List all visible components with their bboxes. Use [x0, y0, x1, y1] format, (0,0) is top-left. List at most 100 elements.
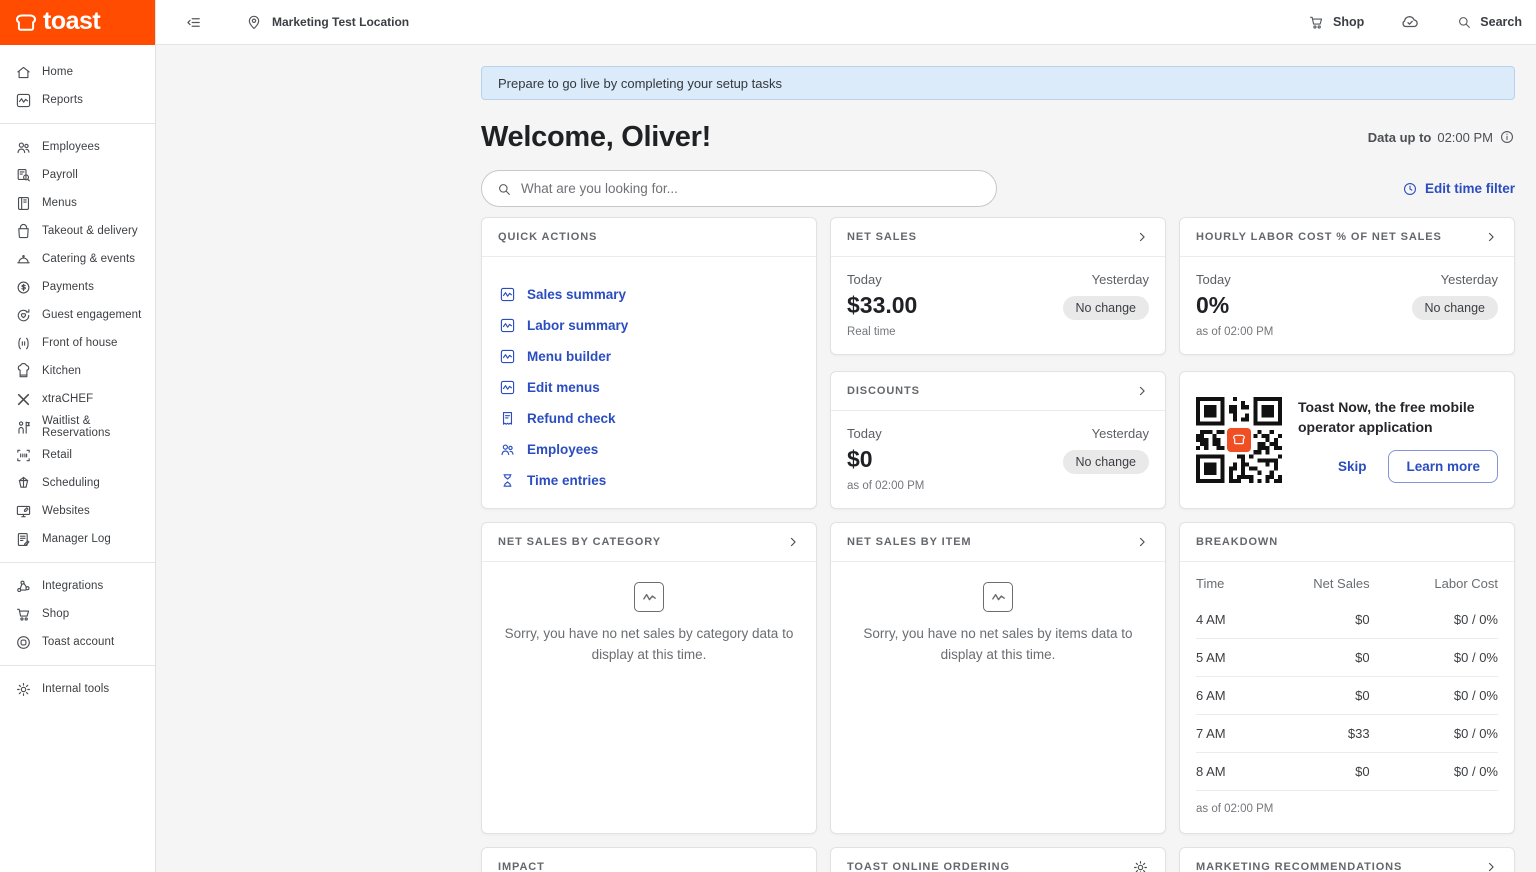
- card-title: MARKETING RECOMMENDATIONS: [1196, 861, 1402, 872]
- search-icon: [496, 181, 512, 197]
- card-title: TOAST ONLINE ORDERING: [847, 861, 1010, 872]
- chart-pulse-icon: [498, 348, 516, 365]
- quick-action-refund-check[interactable]: Refund check: [498, 403, 800, 434]
- toast-logo[interactable]: toast: [0, 0, 155, 45]
- quick-action-time-entries[interactable]: Time entries: [498, 465, 800, 496]
- impact-card: IMPACT: [481, 847, 817, 872]
- sidebar-item-reports[interactable]: Reports: [0, 86, 155, 114]
- takeout-icon: [14, 223, 32, 240]
- quick-action-menu-builder[interactable]: Menu builder: [498, 341, 800, 372]
- catering-icon: [14, 251, 32, 268]
- sidebar-item-retail[interactable]: Retail: [0, 441, 155, 469]
- chevron-right-icon[interactable]: [786, 535, 800, 549]
- sidebar-item-shop[interactable]: Shop: [0, 600, 155, 628]
- card-title: NET SALES BY ITEM: [847, 536, 972, 548]
- edit-time-filter-button[interactable]: Edit time filter: [1402, 181, 1515, 197]
- table-row: 6 AM$0$0 / 0%: [1196, 677, 1498, 715]
- breakdown-card: BREAKDOWN Time Net Sales Labor Cost 4 AM: [1179, 522, 1515, 834]
- sidebar-item-payroll[interactable]: Payroll: [0, 161, 155, 189]
- qr-code: [1196, 397, 1282, 483]
- shop-button[interactable]: Shop: [1308, 14, 1364, 31]
- reports-icon: [14, 92, 32, 109]
- hourly-labor-sub: as of 02:00 PM: [1196, 326, 1273, 338]
- sidebar-item-scheduling[interactable]: Scheduling: [0, 469, 155, 497]
- sidebar-item-menus[interactable]: Menus: [0, 189, 155, 217]
- sidebar-item-toast-account[interactable]: Toast account: [0, 628, 155, 656]
- sidebar-item-integrations[interactable]: Integrations: [0, 572, 155, 600]
- chart-pulse-icon: [983, 582, 1013, 612]
- payments-icon: [14, 279, 32, 296]
- net-sales-card: NET SALES Today $33.00 Real time Yesterd…: [830, 217, 1166, 355]
- websites-icon: [14, 503, 32, 520]
- dashboard-search: [481, 170, 997, 207]
- gear-icon[interactable]: [1132, 859, 1149, 872]
- search-button[interactable]: Search: [1456, 14, 1522, 30]
- sidebar-divider: [0, 665, 155, 666]
- sidebar-item-takeout-delivery[interactable]: Takeout & delivery: [0, 217, 155, 245]
- sidebar-item-waitlist-reservations[interactable]: Waitlist & Reservations: [0, 413, 155, 441]
- quick-action-edit-menus[interactable]: Edit menus: [498, 372, 800, 403]
- sidebar-item-guest-engagement[interactable]: Guest engagement: [0, 301, 155, 329]
- toast-logo-text: toast: [43, 9, 100, 37]
- cloud-check-icon: [1400, 12, 1420, 32]
- sync-status-button[interactable]: [1400, 12, 1420, 32]
- marketing-recommendations-card: MARKETING RECOMMENDATIONS: [1179, 847, 1515, 872]
- sidebar-item-front-of-house[interactable]: Front of house: [0, 329, 155, 357]
- sidebar-divider: [0, 123, 155, 124]
- toast-now-promo-card: Toast Now, the free mobile operator appl…: [1179, 371, 1515, 509]
- net-sales-value: $33.00: [847, 292, 917, 319]
- quick-action-sales-summary[interactable]: Sales summary: [498, 279, 800, 310]
- waitlist-icon: [14, 419, 32, 436]
- chevron-right-icon[interactable]: [1484, 860, 1498, 872]
- front-of-house-icon: [14, 335, 32, 352]
- topbar-actions: Shop Search: [1308, 12, 1522, 32]
- sidebar-item-manager-log[interactable]: Manager Log: [0, 525, 155, 553]
- search-input[interactable]: [521, 181, 982, 196]
- quick-action-labor-summary[interactable]: Labor summary: [498, 310, 800, 341]
- empty-state-text: Sorry, you have no net sales by items da…: [848, 624, 1148, 666]
- kitchen-icon: [14, 363, 32, 380]
- sidebar-item-home[interactable]: Home: [0, 58, 155, 86]
- collapse-sidebar-icon[interactable]: [184, 13, 203, 32]
- search-icon: [1456, 14, 1472, 30]
- quick-actions-card: QUICK ACTIONS Sales summary Labor summar…: [481, 217, 817, 509]
- sidebar-divider: [0, 562, 155, 563]
- net-sales-by-category-card: NET SALES BY CATEGORY Sorry, you have no…: [481, 522, 817, 834]
- chart-pulse-icon: [498, 379, 516, 396]
- main-content: Prepare to go live by completing your se…: [156, 45, 1536, 872]
- card-title: QUICK ACTIONS: [498, 231, 597, 243]
- card-title: NET SALES: [847, 231, 917, 243]
- net-sales-sub: Real time: [847, 326, 917, 338]
- table-row: 7 AM$33$0 / 0%: [1196, 715, 1498, 753]
- toast-online-ordering-card: TOAST ONLINE ORDERING: [830, 847, 1166, 872]
- setup-banner-text: Prepare to go live by completing your se…: [498, 76, 782, 91]
- breakdown-footer: as of 02:00 PM: [1196, 790, 1498, 815]
- sidebar-item-employees[interactable]: Employees: [0, 133, 155, 161]
- sidebar-item-payments[interactable]: Payments: [0, 273, 155, 301]
- chevron-right-icon[interactable]: [1484, 230, 1498, 244]
- payroll-icon: [14, 167, 32, 184]
- menus-icon: [14, 195, 32, 212]
- sidebar-item-xtrachef[interactable]: xtraCHEF: [0, 385, 155, 413]
- manager-log-icon: [14, 531, 32, 548]
- chevron-right-icon[interactable]: [1135, 535, 1149, 549]
- yesterday-label: Yesterday: [1063, 272, 1149, 287]
- sidebar-item-websites[interactable]: Websites: [0, 497, 155, 525]
- sidebar-item-internal-tools[interactable]: Internal tools: [0, 675, 155, 703]
- card-title: HOURLY LABOR COST % OF NET SALES: [1196, 231, 1442, 243]
- hourly-labor-value: 0%: [1196, 292, 1273, 319]
- info-icon[interactable]: [1499, 129, 1515, 145]
- chevron-right-icon[interactable]: [1135, 230, 1149, 244]
- integrations-icon: [14, 578, 32, 595]
- skip-button[interactable]: Skip: [1338, 459, 1367, 474]
- today-label: Today: [847, 426, 924, 441]
- location-selector[interactable]: Marketing Test Location: [245, 13, 409, 31]
- page-title: Welcome, Oliver!: [481, 121, 711, 154]
- sidebar-item-catering-events[interactable]: Catering & events: [0, 245, 155, 273]
- sidebar-item-kitchen[interactable]: Kitchen: [0, 357, 155, 385]
- quick-action-employees[interactable]: Employees: [498, 434, 800, 465]
- chevron-right-icon[interactable]: [1135, 384, 1149, 398]
- learn-more-button[interactable]: Learn more: [1388, 450, 1498, 483]
- toast-account-icon: [14, 634, 32, 651]
- guest-engagement-icon: [14, 307, 32, 324]
